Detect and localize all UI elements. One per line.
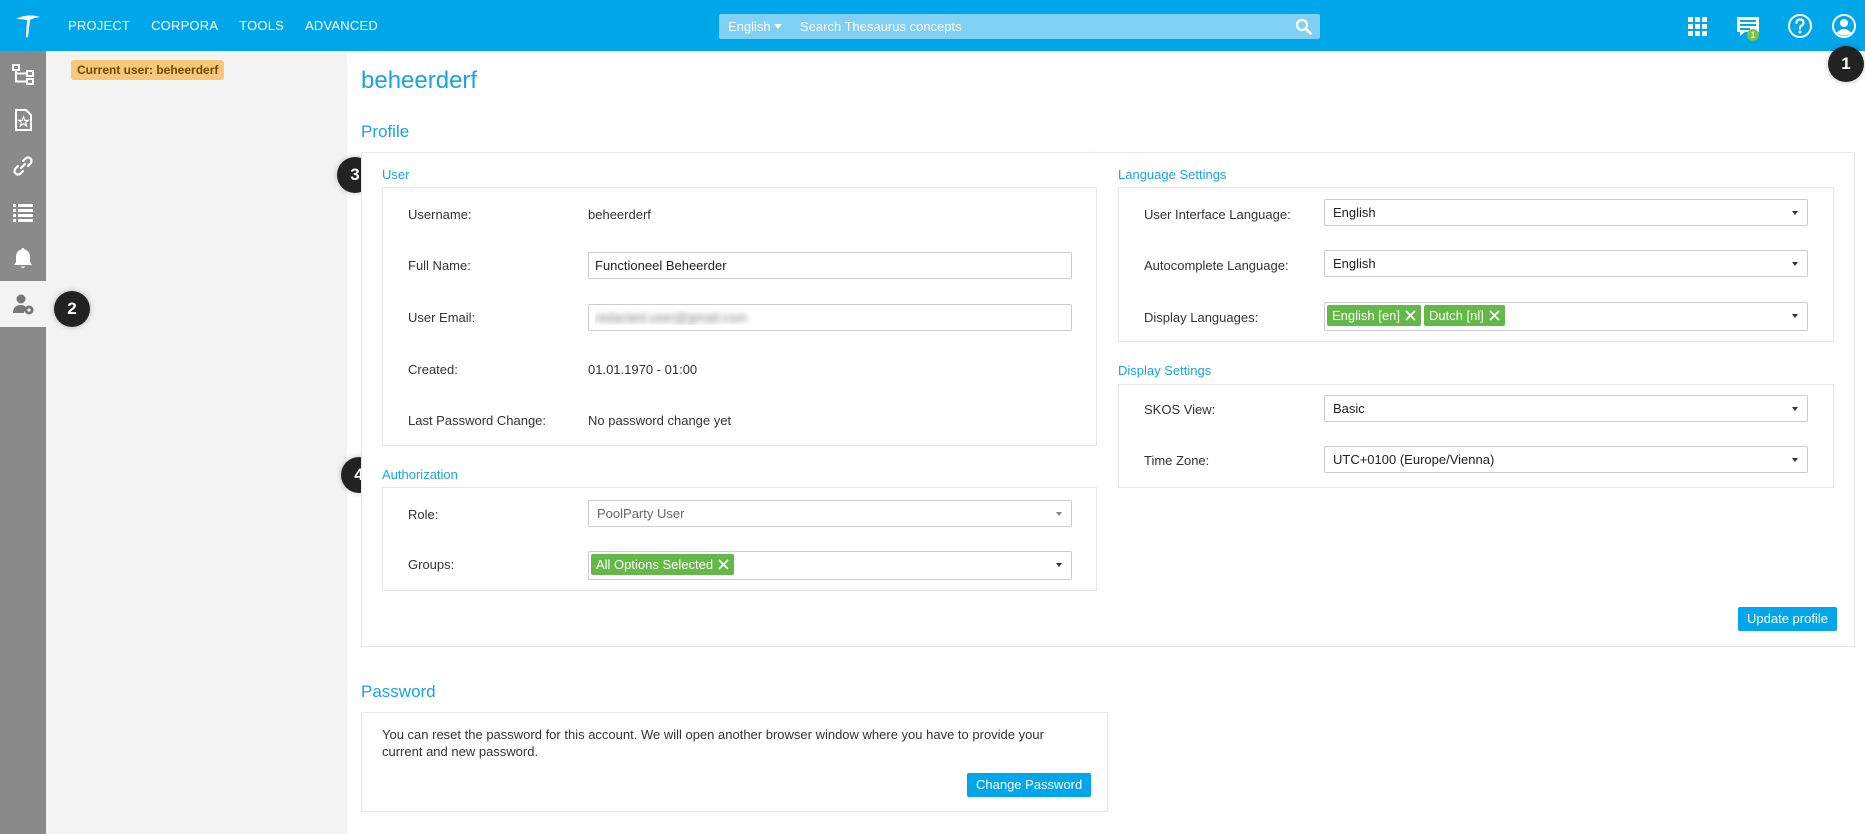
current-user-badge: Current user: beheerderf	[71, 60, 225, 80]
main-nav: PROJECT CORPORA TOOLS ADVANCED	[68, 0, 378, 51]
rail-item-links[interactable]	[0, 143, 46, 189]
secondary-panel	[46, 51, 347, 834]
bell-icon	[14, 248, 32, 268]
nav-project[interactable]: PROJECT	[68, 18, 130, 33]
annotation-marker-1: 1	[1828, 46, 1864, 82]
groups-label: Groups:	[408, 557, 455, 572]
time-zone-value: UTC+0100 (Europe/Vienna)	[1333, 452, 1495, 467]
page-title: beheerderf	[361, 67, 478, 94]
autocomplete-language-value: English	[1333, 256, 1376, 271]
last-password-change-label: Last Password Change:	[408, 413, 547, 428]
display-language-tag-label: English [en]	[1332, 308, 1400, 323]
list-icon	[13, 204, 33, 222]
user-section-title: User	[382, 167, 410, 182]
profile-heading: Profile	[361, 122, 410, 141]
search-input[interactable]	[800, 14, 1290, 39]
time-zone-select[interactable]: UTC+0100 (Europe/Vienna)	[1324, 446, 1808, 473]
chevron-down-icon	[1792, 211, 1798, 215]
hierarchy-icon	[12, 64, 34, 85]
document-star-icon	[15, 109, 32, 131]
role-select[interactable]: PoolParty User	[588, 500, 1072, 527]
skos-view-value: Basic	[1333, 401, 1365, 416]
password-heading: Password	[361, 682, 436, 701]
skos-view-select[interactable]: Basic	[1324, 395, 1808, 422]
display-language-tag-nl: Dutch [nl]	[1423, 305, 1505, 326]
remove-tag-icon[interactable]	[1489, 310, 1500, 321]
authorization-section-title: Authorization	[382, 467, 458, 482]
password-description: You can reset the password for this acco…	[382, 727, 1044, 759]
fullname-label: Full Name:	[408, 258, 471, 273]
role-label: Role:	[408, 507, 439, 522]
remove-tag-icon[interactable]	[1405, 310, 1416, 321]
left-icon-rail	[0, 51, 46, 834]
ui-language-value: English	[1333, 205, 1376, 220]
nav-tools[interactable]: TOOLS	[239, 18, 284, 33]
chevron-down-icon	[1056, 512, 1062, 516]
groups-select[interactable]: All Options Selected	[588, 551, 1072, 580]
search-icon[interactable]	[1295, 18, 1312, 35]
user-account-icon[interactable]	[1830, 12, 1858, 40]
remove-tag-icon[interactable]	[718, 559, 729, 570]
help-icon[interactable]	[1786, 12, 1814, 40]
annotation-marker-2: 2	[54, 291, 90, 327]
groups-tag: All Options Selected	[591, 554, 735, 575]
username-value: beheerderf	[588, 207, 651, 222]
last-password-change-value: No password change yet	[588, 413, 732, 428]
update-profile-button[interactable]: Update profile	[1738, 607, 1837, 631]
change-password-button[interactable]: Change Password	[967, 773, 1092, 797]
display-languages-select[interactable]: English [en] Dutch [nl]	[1324, 302, 1808, 331]
chevron-down-icon	[1792, 314, 1798, 318]
chevron-down-icon	[1792, 407, 1798, 411]
autocomplete-language-label: Autocomplete Language:	[1144, 258, 1289, 273]
display-languages-label: Display Languages:	[1144, 310, 1259, 325]
chevron-down-icon	[774, 24, 782, 29]
ui-language-select[interactable]: English	[1324, 199, 1808, 226]
groups-tag-label: All Options Selected	[596, 557, 714, 572]
rail-item-hierarchy[interactable]	[0, 51, 46, 97]
autocomplete-language-select[interactable]: English	[1324, 250, 1808, 277]
chevron-down-icon	[1056, 563, 1062, 567]
display-language-tag-label: Dutch [nl]	[1428, 308, 1484, 323]
user-settings-icon	[13, 294, 34, 315]
search-bar: English	[719, 14, 1320, 39]
fullname-field[interactable]	[588, 252, 1072, 279]
apps-grid-icon[interactable]	[1683, 12, 1711, 40]
chevron-down-icon	[1792, 458, 1798, 462]
nav-advanced[interactable]: ADVANCED	[305, 18, 378, 33]
search-language-label: English	[728, 19, 771, 34]
link-icon	[13, 156, 33, 176]
rail-item-documents[interactable]	[0, 97, 46, 143]
search-language-select[interactable]: English	[719, 14, 791, 39]
display-language-tag-en: English [en]	[1327, 305, 1421, 326]
created-label: Created:	[408, 362, 458, 377]
chevron-down-icon	[1792, 262, 1798, 266]
created-value: 01.01.1970 - 01:00	[588, 362, 698, 377]
username-label: Username:	[408, 207, 472, 222]
top-bar: PROJECT CORPORA TOOLS ADVANCED English 1	[0, 0, 1865, 51]
rail-item-user-settings[interactable]	[0, 281, 46, 327]
notification-count-badge: 1	[1747, 29, 1759, 41]
language-settings-title: Language Settings	[1118, 167, 1227, 182]
role-select-value: PoolParty User	[597, 506, 685, 521]
email-field[interactable]	[588, 304, 1072, 331]
display-settings-title: Display Settings	[1118, 363, 1212, 378]
rail-item-list[interactable]	[0, 189, 46, 235]
rail-item-notifications[interactable]	[0, 235, 46, 281]
nav-corpora[interactable]: CORPORA	[151, 18, 218, 33]
skos-view-label: SKOS View:	[1144, 402, 1216, 417]
email-label: User Email:	[408, 310, 476, 325]
poolparty-logo-icon[interactable]	[13, 12, 43, 40]
ui-language-label: User Interface Language:	[1144, 207, 1291, 222]
time-zone-label: Time Zone:	[1144, 453, 1210, 468]
